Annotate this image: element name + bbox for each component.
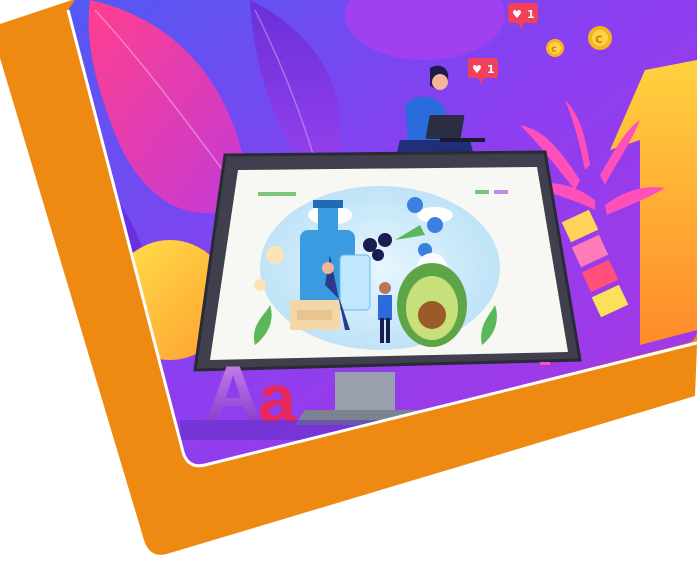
svg-text:c: c [595,32,603,47]
like-count: 1 [527,8,535,21]
heart-icon: ♥ [512,8,522,21]
heart-icon: ♥ [472,63,482,76]
like-count: 1 [487,63,495,76]
coin-icon: c [546,39,564,57]
hero-illustration: A a ♥ 1 ♥ 1 c c [0,0,697,555]
coin-icon: c [588,26,612,50]
svg-text:c: c [551,44,557,55]
